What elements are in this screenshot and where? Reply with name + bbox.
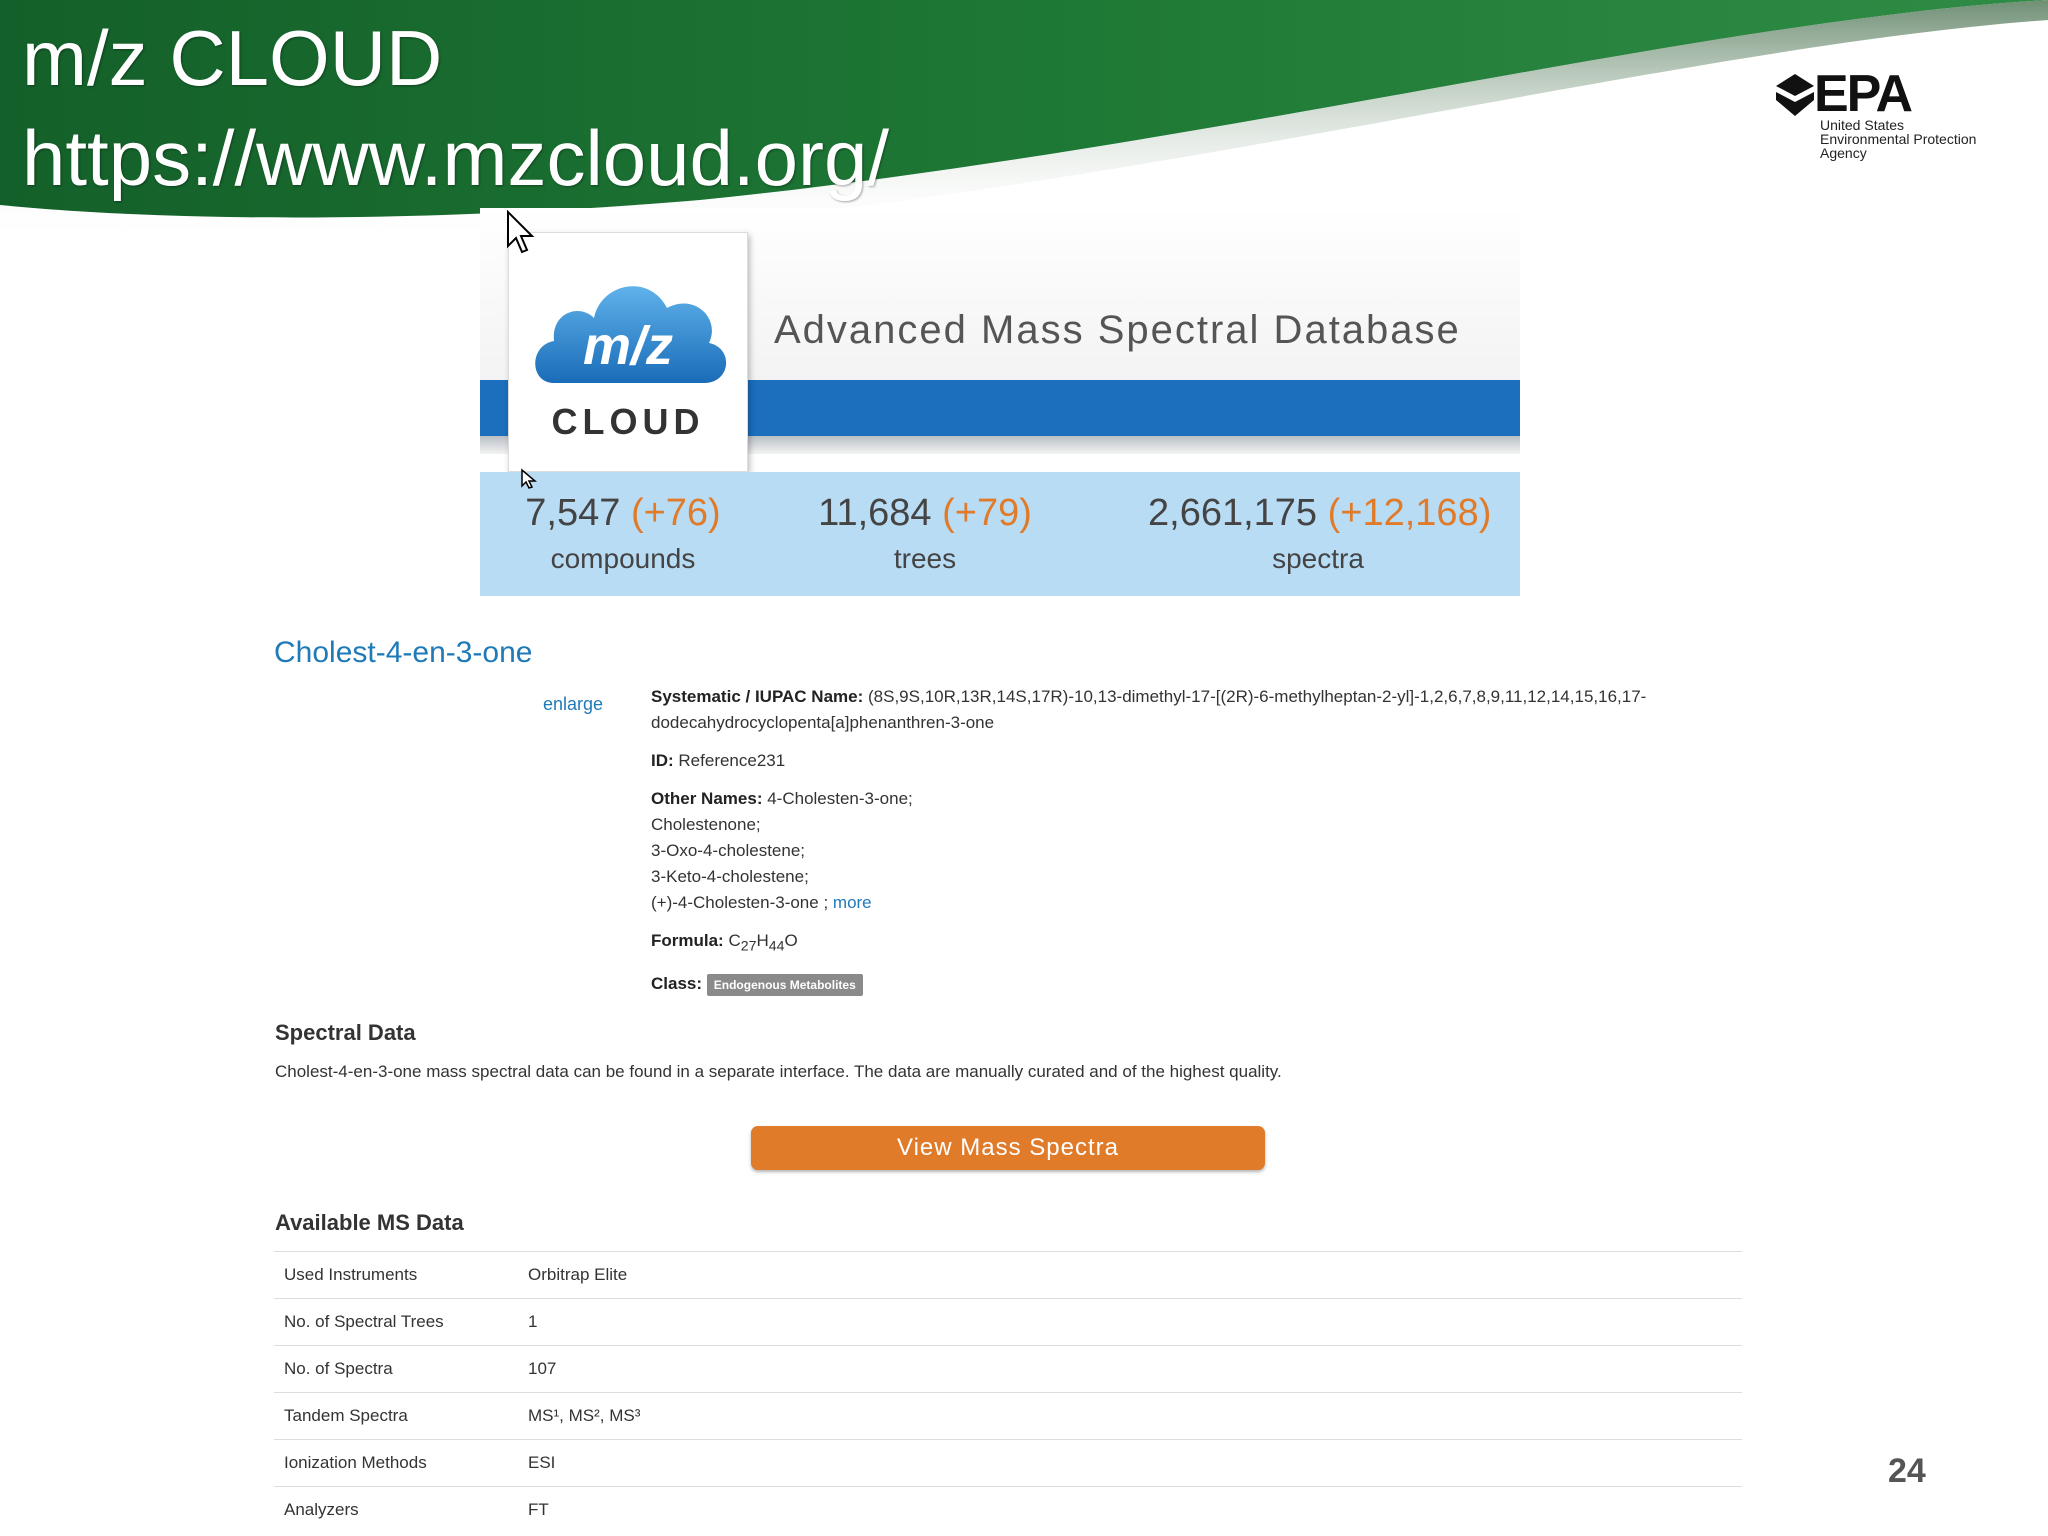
other-name-item: 3-Keto-4-cholestene;	[651, 867, 809, 886]
table-key: Analyzers	[274, 1486, 518, 1533]
table-value: MS¹, MS², MS³	[518, 1392, 1742, 1440]
table-value: FT	[518, 1486, 1742, 1533]
enlarge-link[interactable]: enlarge	[543, 694, 603, 715]
epa-logo: EPA United States Environmental Protecti…	[1770, 65, 2010, 170]
epa-abbr: EPA	[1814, 65, 1913, 123]
formula-value: C27H44O	[728, 931, 798, 955]
class-badge[interactable]: Endogenous Metabolites	[706, 973, 863, 996]
other-name-item: Cholestenone;	[651, 815, 761, 834]
table-key: No. of Spectra	[274, 1345, 518, 1393]
stats-bar: 7,547 (+76) compounds 11,684 (+79) trees…	[480, 472, 1520, 596]
epa-flower-icon	[1776, 74, 1814, 116]
more-link[interactable]: more	[833, 893, 872, 912]
logo-mz-text: m/z	[582, 316, 674, 376]
table-value: 107	[518, 1345, 1742, 1393]
table-row: Analyzers FT	[274, 1486, 1742, 1533]
stat-trees-delta: (+79)	[942, 492, 1032, 534]
table-key: Used Instruments	[274, 1251, 518, 1299]
table-row: Ionization Methods ESI	[274, 1439, 1742, 1487]
formula-row: Formula: C27H44O	[651, 928, 1761, 959]
mouse-cursor-icon	[521, 468, 538, 489]
stat-spectra-delta: (+12,168)	[1327, 492, 1492, 534]
ms-data-table: Used Instruments Orbitrap Elite No. of Sp…	[274, 1251, 1742, 1533]
spectral-data-description: Cholest-4-en-3-one mass spectral data ca…	[275, 1062, 1282, 1081]
stat-spectra-label: spectra	[1272, 543, 1364, 574]
mzcloud-logo[interactable]: m/z CLOUD	[508, 232, 748, 472]
class-label: Class:	[651, 974, 703, 994]
stat-compounds: 7,547 (+76) compounds	[520, 472, 726, 596]
slide-page-number: 24	[1888, 1452, 1926, 1490]
other-names-row: Other Names: 4-Cholesten-3-one; Choleste…	[651, 786, 1761, 916]
id-row: ID: Reference231	[651, 748, 1761, 774]
mouse-cursor-icon	[507, 210, 535, 254]
table-value: Orbitrap Elite	[518, 1251, 1742, 1299]
stat-trees: 11,684 (+79) trees	[810, 472, 1040, 596]
table-value: ESI	[518, 1439, 1742, 1487]
logo-cloud-text: CLOUD	[551, 401, 705, 442]
table-row: Tandem Spectra MS¹, MS², MS³	[274, 1392, 1742, 1440]
other-name-item: 3-Oxo-4-cholestene;	[651, 841, 806, 860]
id-label: ID:	[651, 751, 674, 770]
stat-compounds-value: 7,547	[525, 492, 621, 534]
compound-title[interactable]: Cholest-4-en-3-one	[274, 636, 532, 670]
banner-tagline: Advanced Mass Spectral Database	[774, 308, 1461, 352]
view-mass-spectra-button[interactable]: View Mass Spectra	[751, 1126, 1265, 1170]
compound-page: Cholest-4-en-3-one enlarge Systematic / …	[248, 624, 1776, 1536]
epa-line-3: Agency	[1820, 145, 1867, 161]
class-row: Class: Endogenous Metabolites	[651, 971, 1761, 997]
stat-compounds-label: compounds	[550, 543, 696, 574]
other-names-label: Other Names:	[651, 789, 763, 808]
compound-info: Systematic / IUPAC Name: (8S,9S,10R,13R,…	[651, 684, 1761, 1009]
spectral-data-heading: Spectral Data	[275, 1020, 416, 1045]
stat-trees-label: trees	[893, 543, 957, 574]
mzcloud-banner: Advanced Mass Spectral Database m/z CLOU…	[480, 208, 1520, 596]
table-key: Tandem Spectra	[274, 1392, 518, 1440]
epa-line-1: United States	[1820, 117, 1905, 133]
iupac-label: Systematic / IUPAC Name:	[651, 687, 864, 706]
table-row: No. of Spectra 107	[274, 1345, 1742, 1393]
other-name-item: (+)-4-Cholesten-3-one ;	[651, 893, 829, 912]
slide-title: m/z CLOUD https://www.mzcloud.org/	[22, 8, 889, 208]
slide-title-url: https://www.mzcloud.org/	[22, 114, 889, 202]
iupac-row: Systematic / IUPAC Name: (8S,9S,10R,13R,…	[651, 684, 1761, 736]
epa-line-2: Environmental Protection	[1820, 131, 1977, 147]
slide-title-line-1: m/z CLOUD	[22, 14, 443, 102]
table-key: Ionization Methods	[274, 1439, 518, 1487]
table-key: No. of Spectral Trees	[274, 1298, 518, 1346]
stat-spectra-value: 2,661,175	[1148, 492, 1318, 534]
table-row: No. of Spectral Trees 1	[274, 1298, 1742, 1346]
table-row: Used Instruments Orbitrap Elite	[274, 1251, 1742, 1299]
id-value: Reference231	[678, 751, 786, 770]
formula-label: Formula:	[651, 931, 724, 950]
table-value: 1	[518, 1298, 1742, 1346]
available-ms-data-heading: Available MS Data	[275, 1210, 464, 1235]
stat-trees-value: 11,684	[818, 492, 932, 534]
other-name-item: 4-Cholesten-3-one;	[767, 789, 913, 808]
stat-compounds-delta: (+76)	[630, 492, 721, 534]
stat-spectra: 2,661,175 (+12,168) spectra	[1148, 472, 1491, 596]
